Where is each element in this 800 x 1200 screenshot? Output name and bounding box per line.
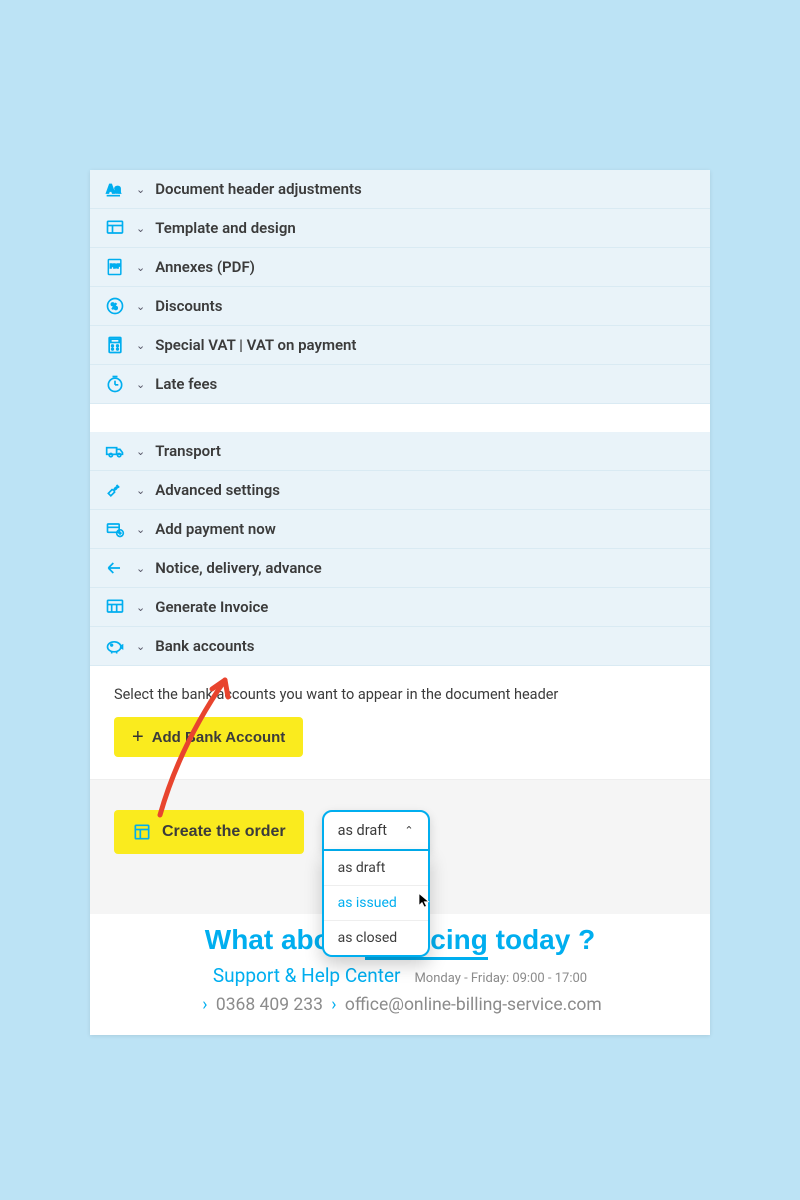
dropdown-selected: as draft <box>338 822 387 839</box>
dropdown-option-label: as draft <box>338 860 386 876</box>
accordion-label: Advanced settings <box>155 481 280 499</box>
chevron-down-icon: ⌄ <box>136 523 145 536</box>
accordion-label: Transport <box>155 442 221 460</box>
add-bank-account-button[interactable]: + Add Bank Account <box>114 717 303 757</box>
phone[interactable]: 0368 409 233 <box>216 995 323 1015</box>
accordion-item-transport[interactable]: ⌄ Transport <box>90 432 710 471</box>
template-icon <box>104 217 126 239</box>
accordion-item-invoice[interactable]: ⌄ Generate Invoice <box>90 588 710 627</box>
wrench-icon <box>104 479 126 501</box>
calculator-icon <box>104 334 126 356</box>
accordion-label: Annexes (PDF) <box>155 258 255 276</box>
invoice-icon <box>104 596 126 618</box>
delivery-icon <box>104 557 126 579</box>
chevron-down-icon: ⌄ <box>136 640 145 653</box>
accordion-item-addpayment[interactable]: ⌄ Add payment now <box>90 510 710 549</box>
accordion-item-notice[interactable]: ⌄ Notice, delivery, advance <box>90 549 710 588</box>
bullet-icon: › <box>202 995 207 1015</box>
add-bank-account-label: Add Bank Account <box>152 729 286 746</box>
create-row: Create the order as draft ⌃ as draft as … <box>114 810 686 854</box>
payment-icon <box>104 518 126 540</box>
main-panel: Aa ⌄ Document header adjustments ⌄ Templ… <box>90 170 710 1035</box>
accordion-group-2: ⌄ Transport ⌄ Advanced settings ⌄ Add pa… <box>90 432 710 666</box>
accordion-label: Document header adjustments <box>155 180 362 198</box>
accordion-label: Generate Invoice <box>155 598 268 616</box>
chevron-down-icon: ⌄ <box>136 378 145 391</box>
footer-contact: › 0368 409 233 › office@online-billing-s… <box>114 995 686 1015</box>
chevron-down-icon: ⌄ <box>136 484 145 497</box>
headline-suffix: today ? <box>488 924 595 955</box>
footer-sub: Support & Help Center Monday - Friday: 0… <box>114 964 686 987</box>
accordion-item-vat[interactable]: ⌄ Special VAT | VAT on payment <box>90 326 710 365</box>
chevron-down-icon: ⌄ <box>136 183 145 196</box>
bank-help-text: Select the bank accounts you want to app… <box>114 686 686 703</box>
accordion-item-advanced[interactable]: ⌄ Advanced settings <box>90 471 710 510</box>
accordion-label: Late fees <box>155 375 217 393</box>
discount-icon: % <box>104 295 126 317</box>
svg-text:PDF: PDF <box>110 264 120 270</box>
dropdown-option-issued[interactable]: as issued <box>324 886 428 921</box>
accordion-group-1: Aa ⌄ Document header adjustments ⌄ Templ… <box>90 170 710 404</box>
pdf-icon: PDF <box>104 256 126 278</box>
font-icon: Aa <box>104 178 126 200</box>
dropdown-option-draft[interactable]: as draft <box>324 851 428 886</box>
section-gap <box>90 404 710 432</box>
accordion-label: Add payment now <box>155 520 276 538</box>
plus-icon: + <box>132 727 144 747</box>
accordion-item-discounts[interactable]: % ⌄ Discounts <box>90 287 710 326</box>
svg-text:%: % <box>111 302 118 312</box>
dropdown-option-label: as closed <box>338 930 398 946</box>
clock-icon <box>104 373 126 395</box>
piggy-icon <box>104 635 126 657</box>
accordion-item-annexes[interactable]: PDF ⌄ Annexes (PDF) <box>90 248 710 287</box>
accordion-label: Notice, delivery, advance <box>155 559 321 577</box>
cursor-icon <box>416 892 434 910</box>
accordion-label: Special VAT | VAT on payment <box>155 336 356 354</box>
chevron-down-icon: ⌄ <box>136 562 145 575</box>
action-section: Create the order as draft ⌃ as draft as … <box>90 779 710 914</box>
accordion-item-document-header[interactable]: Aa ⌄ Document header adjustments <box>90 170 710 209</box>
create-order-label: Create the order <box>162 823 286 841</box>
chevron-down-icon: ⌄ <box>136 222 145 235</box>
email[interactable]: office@online-billing-service.com <box>345 995 602 1015</box>
dropdown-option-closed[interactable]: as closed <box>324 921 428 955</box>
accordion-label: Bank accounts <box>155 637 254 655</box>
accordion-item-template[interactable]: ⌄ Template and design <box>90 209 710 248</box>
accordion-label: Discounts <box>155 297 222 315</box>
svg-text:Aa: Aa <box>107 182 121 196</box>
create-order-button[interactable]: Create the order <box>114 810 304 854</box>
support-link[interactable]: Support & Help Center <box>213 964 401 987</box>
truck-icon <box>104 440 126 462</box>
dropdown-menu: as draft as issued as closed <box>322 851 430 957</box>
status-dropdown: as draft ⌃ as draft as issued as closed <box>322 810 430 851</box>
bank-accounts-body: Select the bank accounts you want to app… <box>90 666 710 779</box>
accordion-item-latefees[interactable]: ⌄ Late fees <box>90 365 710 404</box>
chevron-up-icon: ⌃ <box>404 824 413 837</box>
chevron-down-icon: ⌄ <box>136 339 145 352</box>
chevron-down-icon: ⌄ <box>136 601 145 614</box>
dropdown-option-label: as issued <box>338 895 397 911</box>
dropdown-toggle[interactable]: as draft ⌃ <box>322 810 430 851</box>
chevron-down-icon: ⌄ <box>136 445 145 458</box>
chevron-down-icon: ⌄ <box>136 261 145 274</box>
accordion-label: Template and design <box>155 219 296 237</box>
bullet-icon: › <box>331 995 336 1015</box>
support-hours: Monday - Friday: 09:00 - 17:00 <box>414 971 587 986</box>
accordion-item-bankaccounts[interactable]: ⌄ Bank accounts <box>90 627 710 666</box>
document-icon <box>132 822 152 842</box>
chevron-down-icon: ⌄ <box>136 300 145 313</box>
